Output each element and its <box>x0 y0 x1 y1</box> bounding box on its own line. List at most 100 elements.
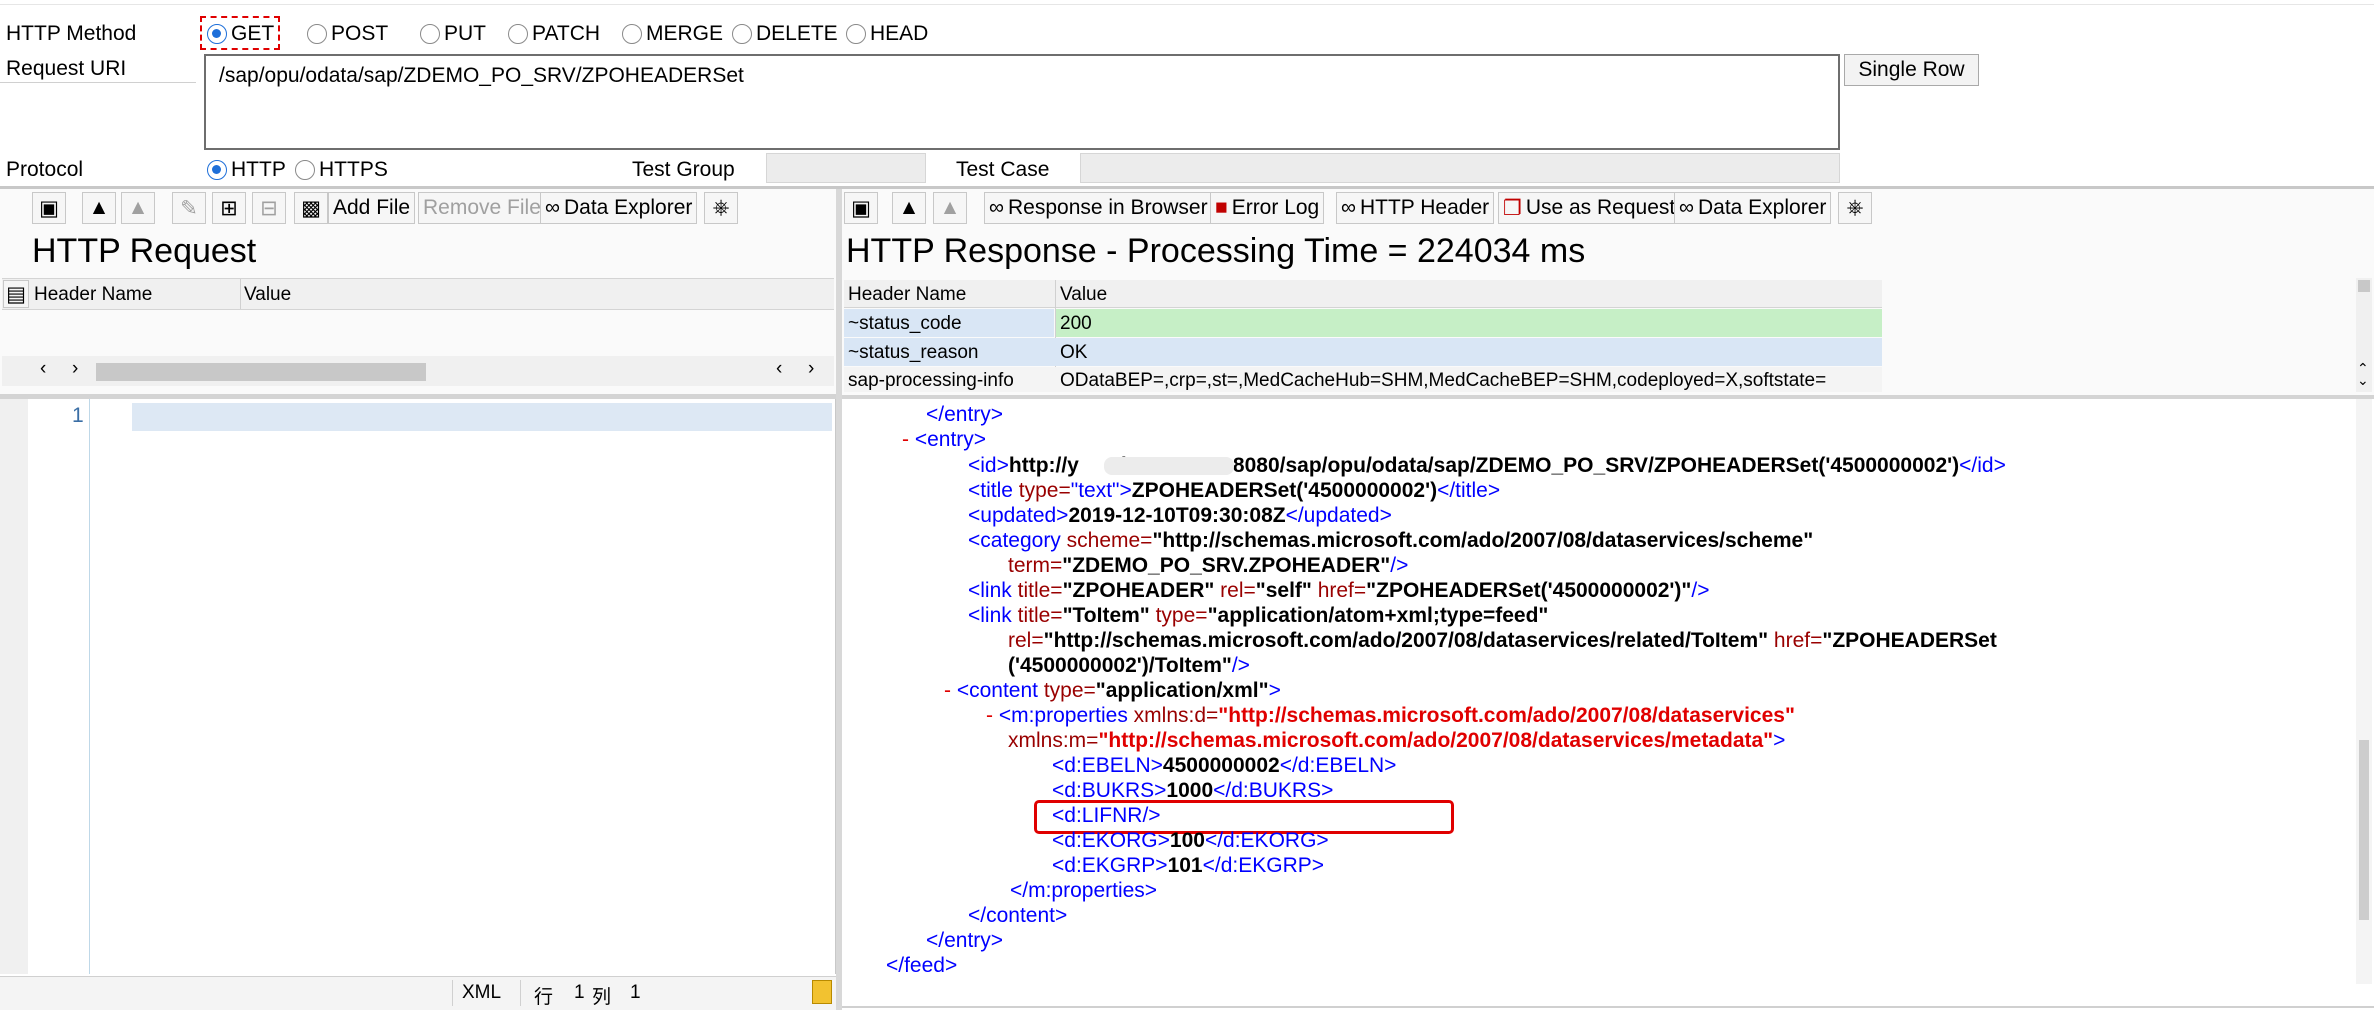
xml-tag: </d:EKORG> <box>1204 829 1329 852</box>
xml-tag: </m:properties> <box>1010 879 1158 902</box>
scroll-right-icon[interactable]: › <box>808 358 814 380</box>
http-header-button[interactable]: ∞ HTTP Header <box>1336 192 1495 224</box>
xml-attr: scheme= <box>1060 529 1153 552</box>
xml-tag: </d:EKGRP> <box>1202 854 1325 877</box>
scroll-right-icon[interactable]: › <box>72 358 78 380</box>
delete-row-icon[interactable]: ⊟ <box>252 192 286 224</box>
radio-icon <box>622 24 642 44</box>
response-grid-head <box>844 280 1882 308</box>
error-log-button[interactable]: ■ Error Log <box>1210 192 1325 224</box>
header-name-cell: ~status_reason <box>848 342 979 363</box>
radio-icon <box>732 24 752 44</box>
scroll-thumb[interactable] <box>96 363 426 381</box>
copy-icon: ❐ <box>1503 196 1522 220</box>
collapse-icon[interactable]: - <box>986 704 993 727</box>
method-radio-put[interactable]: PUT <box>420 22 486 46</box>
find-next-icon[interactable]: ▲ <box>933 192 967 224</box>
xml-attr: xmlns:m= <box>1008 729 1099 752</box>
xml-title-text: ZPOHEADERSet('4500000002') <box>1131 479 1438 502</box>
method-label-put: PUT <box>444 22 486 45</box>
find-next-icon[interactable]: ▲ <box>121 192 155 224</box>
xml-tag: <title <box>968 479 1013 502</box>
response-in-browser-label: Response in Browser <box>1007 196 1208 219</box>
status-code-cell <box>1056 309 1882 337</box>
headset-icon[interactable]: ⎈ <box>1838 192 1872 224</box>
xml-attr: href= <box>1768 629 1823 652</box>
xml-attr: href= <box>1311 579 1367 602</box>
header-name-cell: sap-processing-info <box>848 370 1014 391</box>
editor-fold-margin <box>0 399 28 974</box>
xml-tag: </entry> <box>926 929 1004 952</box>
method-radio-get[interactable]: GET <box>207 22 274 46</box>
method-radio-post[interactable]: POST <box>307 22 388 46</box>
data-explorer-button-response[interactable]: ∞ Data Explorer <box>1674 192 1832 224</box>
glasses-icon: ∞ <box>989 196 1004 219</box>
method-label-merge: MERGE <box>646 22 724 45</box>
xml-attr-value: "ToItem" <box>1062 604 1150 627</box>
notes-icon[interactable] <box>812 980 832 1004</box>
xml-tag: <d:BUKRS> <box>1052 779 1167 802</box>
xml-tag: </feed> <box>886 954 958 977</box>
radio-icon <box>295 160 315 180</box>
add-file-button[interactable]: Add File <box>328 192 416 224</box>
find-icon[interactable]: ▲ <box>82 192 116 224</box>
xml-attr-value: "ZDEMO_PO_SRV.ZPOHEADER" <box>1062 554 1391 577</box>
find-icon[interactable]: ▲ <box>892 192 926 224</box>
use-as-request-button[interactable]: ❐ Use as Request <box>1498 192 1681 224</box>
scroll-left-icon[interactable]: ‹ <box>776 358 782 380</box>
xml-attr-value: "ZPOHEADERSet('4500000002')" <box>1366 579 1692 602</box>
attach-icon[interactable]: ▩ <box>294 192 328 224</box>
col-value: Value <box>244 284 292 305</box>
xml-attr: rel= <box>1008 629 1044 652</box>
header-value-cell: ODataBEP=,crp=,st=,MedCacheHub=SHM,MedCa… <box>1060 370 1827 391</box>
response-in-browser-button[interactable]: ∞ Response in Browser <box>984 192 1213 224</box>
xml-attr: title= <box>1011 579 1063 602</box>
xml-tag: <id> <box>968 454 1009 477</box>
select-layout-icon[interactable]: ▣ <box>844 192 878 224</box>
xml-attr-value: "application/xml" <box>1095 679 1269 702</box>
collapse-icon[interactable]: - <box>944 679 951 702</box>
grid-menu-icon[interactable]: ▤ <box>3 280 29 308</box>
scroll-thumb[interactable] <box>2359 740 2369 920</box>
remove-file-button[interactable]: Remove File <box>418 192 546 224</box>
table-row[interactable] <box>844 338 1882 366</box>
method-radio-head[interactable]: HEAD <box>846 22 928 46</box>
data-explorer-button-request[interactable]: ∞ Data Explorer <box>540 192 698 224</box>
method-label-patch: PATCH <box>532 22 601 45</box>
method-radio-delete[interactable]: DELETE <box>732 22 838 46</box>
xml-attr: title= <box>1011 604 1063 627</box>
status-row-label: 行 <box>534 987 554 1008</box>
xml-tag: <d:EKGRP> <box>1052 854 1168 877</box>
data-explorer-label: Data Explorer <box>563 196 693 219</box>
request-body-editor[interactable] <box>0 399 836 974</box>
request-uri-input[interactable]: /sap/opu/odata/sap/ZDEMO_PO_SRV/ZPOHEADE… <box>204 54 1840 150</box>
scroll-down-icon[interactable]: ⌄ <box>2357 372 2369 389</box>
test-case-label: Test Case <box>956 158 1050 181</box>
test-group-input[interactable] <box>766 153 926 183</box>
single-row-button[interactable]: Single Row <box>1844 54 1979 86</box>
test-case-input[interactable] <box>1080 153 1840 183</box>
edit-icon[interactable]: ✎ <box>172 192 206 224</box>
scroll-left-icon[interactable]: ‹ <box>40 358 46 380</box>
collapse-icon[interactable]: - <box>902 428 909 451</box>
radio-selected-icon <box>207 24 227 44</box>
status-row-value: 1 <box>574 982 585 1003</box>
protocol-radio-http[interactable]: HTTP <box>207 158 286 182</box>
protocol-label-http: HTTP <box>231 158 286 181</box>
method-radio-patch[interactable]: PATCH <box>508 22 600 46</box>
xml-tag: <d:EBELN> <box>1052 754 1163 777</box>
xml-attr-value: "http://schemas.microsoft.com/ado/2007/0… <box>1218 704 1795 727</box>
editor-line-number: 1 <box>72 404 84 427</box>
radio-selected-icon <box>207 160 227 180</box>
method-radio-merge[interactable]: MERGE <box>622 22 723 46</box>
xml-tag: /> <box>1231 654 1250 677</box>
headset-icon[interactable]: ⎈ <box>704 192 738 224</box>
protocol-radio-https[interactable]: HTTPS <box>295 158 388 182</box>
xml-tag: > <box>1773 729 1786 752</box>
xml-attr-value: ('4500000002')/ToItem" <box>1008 654 1232 677</box>
add-row-icon[interactable]: ⊞ <box>212 192 246 224</box>
status-col-label: 列 <box>592 987 612 1008</box>
select-layout-icon[interactable]: ▣ <box>32 192 66 224</box>
scroll-thumb[interactable] <box>2358 280 2370 292</box>
xml-ebeln-value: 4500000002 <box>1162 754 1280 777</box>
